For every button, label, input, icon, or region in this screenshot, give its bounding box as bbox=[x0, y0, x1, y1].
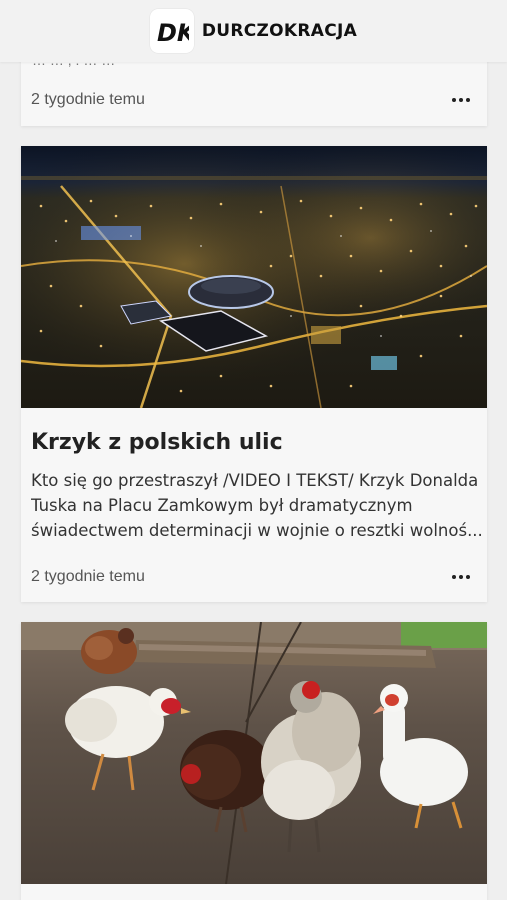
post-card[interactable]: Krzyk z polskich ulic Kto się go przestr… bbox=[21, 146, 487, 602]
post-card[interactable] bbox=[21, 622, 487, 900]
post-excerpt-line: Tuska na Placu Zamkowym był dramatycznym bbox=[31, 496, 413, 515]
post-excerpt-line: Kto się go przestraszył /VIDEO I TEKST/ … bbox=[31, 471, 479, 490]
app-header: DK DURCZOKRACJA bbox=[0, 0, 507, 62]
post-time: 2 tygodnie temu bbox=[31, 568, 145, 585]
post-meta: 2 tygodnie temu bbox=[21, 85, 487, 115]
logo-icon[interactable]: DK bbox=[149, 9, 194, 53]
post-excerpt-line: świadectwem determinacji w wojnie o resz… bbox=[31, 521, 483, 540]
svg-text:DK: DK bbox=[157, 19, 189, 46]
post-image-night-city[interactable] bbox=[21, 146, 487, 408]
post-excerpt: Kto się go przestraszył /VIDEO I TEKST/ … bbox=[31, 468, 483, 543]
brand-name[interactable]: DURCZOKRACJA bbox=[202, 21, 357, 41]
more-options-icon[interactable] bbox=[446, 92, 476, 108]
post-time: 2 tygodnie temu bbox=[31, 91, 145, 108]
post-image-chickens[interactable] bbox=[21, 622, 487, 884]
post-meta: 2 tygodnie temu bbox=[21, 562, 487, 592]
post-title[interactable]: Krzyk z polskich ulic bbox=[31, 430, 283, 455]
more-options-icon[interactable] bbox=[446, 569, 476, 585]
